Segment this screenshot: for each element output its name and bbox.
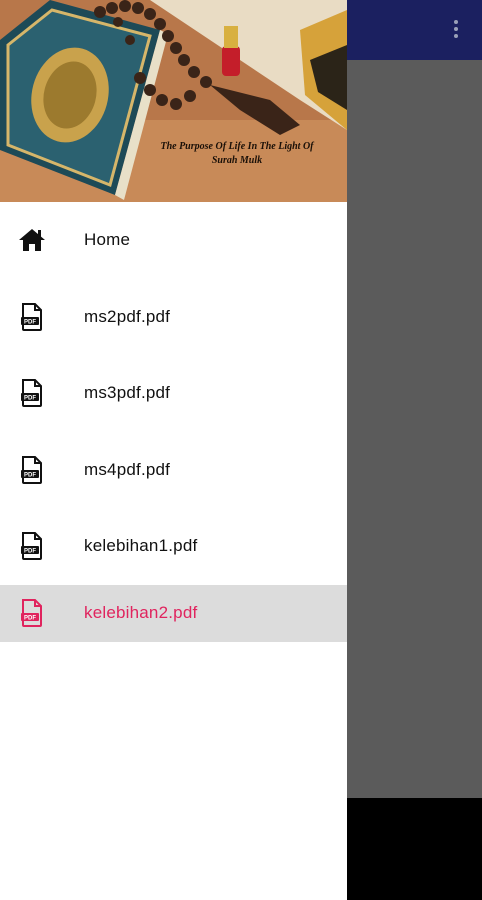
menu-item-ms3pdf[interactable]: PDF ms3pdf.pdf [0,355,347,432]
menu-item-label: Home [84,230,131,250]
svg-text:PDF: PDF [24,319,36,325]
header-caption-line2: Surah Mulk [211,155,263,166]
menu-item-home[interactable]: Home [0,202,347,279]
quran-and-prayer-beads-illustration [0,0,347,202]
menu-item-label: ms2pdf.pdf [84,306,171,326]
menu-item-kelebihan1[interactable]: PDF kelebihan1.pdf [0,508,347,585]
menu-item-label: kelebihan2.pdf [84,603,198,622]
pdf-file-icon: PDF [18,599,46,627]
svg-text:PDF: PDF [24,472,36,478]
pdf-file-icon: PDF [18,302,46,331]
menu-item-label: ms4pdf.pdf [84,459,171,479]
svg-text:PDF: PDF [24,616,36,622]
menu-item-label: kelebihan1.pdf [84,536,198,556]
pdf-file-icon: PDF [18,379,46,408]
header-caption: The Purpose Of Life In The Light Of Sura… [132,140,342,168]
menu-item-ms2pdf[interactable]: PDF ms2pdf.pdf [0,279,347,356]
pdf-file-icon: PDF [18,532,46,561]
home-icon [18,226,46,254]
menu-item-kelebihan2[interactable]: PDF kelebihan2.pdf [0,584,347,642]
overflow-menu-icon[interactable] [444,14,468,44]
svg-text:PDF: PDF [24,549,36,555]
navigation-drawer: The Purpose Of Life In The Light Of Sura… [0,0,347,900]
svg-text:PDF: PDF [24,396,36,402]
pdf-file-icon: PDF [18,455,46,484]
drawer-header-image: The Purpose Of Life In The Light Of Sura… [0,0,347,202]
menu-item-label: ms3pdf.pdf [84,383,171,403]
drawer-menu: Home PDF ms2pdf.pdf PDF ms3pdf.pdf PDF m… [0,202,347,642]
menu-item-ms4pdf[interactable]: PDF ms4pdf.pdf [0,432,347,509]
header-caption-line1: The Purpose Of Life In The Light Of [160,141,314,152]
